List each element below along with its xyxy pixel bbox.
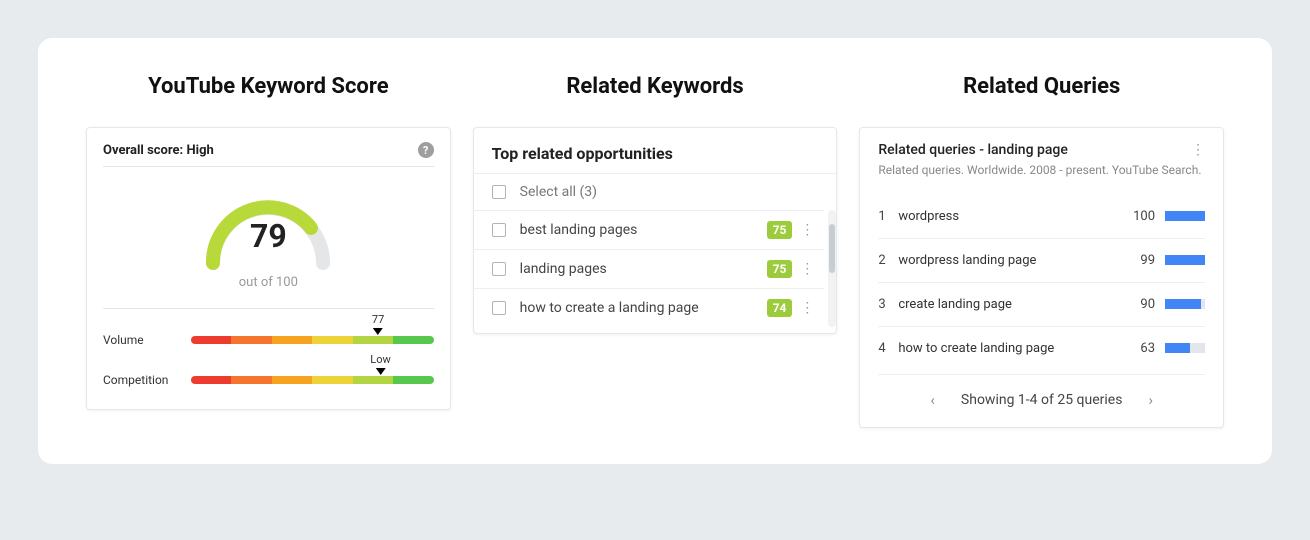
keyword-scrollbar[interactable] [828, 210, 836, 327]
queries-column: Related Queries Related queries - landin… [859, 74, 1224, 428]
keyword-row[interactable]: landing pages75 ⋮ [474, 249, 825, 288]
keyword-score-badge: 75 [767, 260, 793, 278]
query-bar-fill [1165, 255, 1205, 265]
pager-next-icon[interactable]: › [1144, 387, 1157, 413]
query-bar [1165, 299, 1205, 309]
query-text: how to create landing page [898, 341, 1121, 356]
score-panel: Overall score: High ? 79 out of 100 Volu… [86, 127, 451, 410]
pager-prev-icon[interactable]: ‹ [926, 387, 939, 413]
query-row[interactable]: 2wordpress landing page99 [878, 239, 1205, 283]
keywords-column-title: Related Keywords [473, 74, 838, 99]
query-rank: 3 [878, 297, 898, 312]
query-rank: 4 [878, 341, 898, 356]
gauge-score-value: 79 [193, 217, 343, 255]
keyword-more-icon[interactable]: ⋮ [800, 300, 814, 316]
query-row[interactable]: 1wordpress100 [878, 195, 1205, 239]
query-bar [1165, 255, 1205, 265]
query-value: 90 [1121, 297, 1155, 312]
keyword-list-wrap: best landing pages75⋮landing pages75⋮how… [474, 210, 837, 327]
select-all-checkbox[interactable] [492, 185, 506, 199]
volume-marker: 77 [372, 313, 384, 335]
queries-panel-title: Related queries - landing page [878, 142, 1068, 158]
keyword-row[interactable]: how to create a landing page74 ⋮ [474, 288, 825, 327]
volume-meter-row: Volume 77 [103, 333, 434, 347]
gauge-subtext: out of 100 [239, 275, 298, 290]
query-text: wordpress [898, 209, 1121, 224]
query-value: 99 [1121, 253, 1155, 268]
help-icon[interactable]: ? [418, 142, 434, 158]
keyword-more-icon[interactable]: ⋮ [800, 222, 814, 238]
queries-panel: Related queries - landing page ⋮ Related… [859, 127, 1224, 428]
score-column-title: YouTube Keyword Score [86, 74, 451, 99]
gauge-chart: 79 [193, 183, 343, 273]
keywords-column: Related Keywords Top related opportuniti… [473, 74, 838, 428]
score-header: Overall score: High ? [103, 142, 434, 167]
keyword-text: landing pages [520, 261, 767, 277]
keyword-checkbox[interactable] [492, 301, 506, 315]
keyword-scrollbar-thumb[interactable] [829, 224, 835, 273]
competition-label: Competition [103, 373, 191, 387]
competition-marker: Low [370, 353, 390, 375]
query-bar-fill [1165, 299, 1201, 309]
query-text: wordpress landing page [898, 253, 1121, 268]
keyword-list: best landing pages75⋮landing pages75⋮how… [474, 210, 825, 327]
keyword-text: how to create a landing page [520, 300, 767, 316]
keyword-text: best landing pages [520, 222, 767, 238]
score-column: YouTube Keyword Score Overall score: Hig… [86, 74, 451, 428]
select-all-label: Select all (3) [520, 184, 827, 200]
keyword-row[interactable]: best landing pages75 ⋮ [474, 210, 825, 249]
keyword-score-badge: 75 [767, 221, 793, 239]
query-value: 100 [1121, 209, 1155, 224]
query-bar-fill [1165, 211, 1205, 221]
main-card: YouTube Keyword Score Overall score: Hig… [38, 38, 1272, 464]
query-value: 63 [1121, 341, 1155, 356]
queries-subtitle: Related queries. Worldwide. 2008 - prese… [878, 162, 1205, 179]
query-rank: 1 [878, 209, 898, 224]
query-row[interactable]: 4how to create landing page63 [878, 327, 1205, 370]
competition-meter-row: Competition Low [103, 373, 434, 387]
keyword-checkbox[interactable] [492, 223, 506, 237]
keyword-more-icon[interactable]: ⋮ [800, 261, 814, 277]
query-bar-fill [1165, 343, 1190, 353]
queries-pager: ‹ Showing 1-4 of 25 queries › [878, 374, 1205, 417]
select-all-row[interactable]: Select all (3) [474, 173, 837, 210]
query-text: create landing page [898, 297, 1121, 312]
queries-more-icon[interactable]: ⋮ [1191, 142, 1205, 158]
keywords-panel: Top related opportunities Select all (3)… [473, 127, 838, 334]
query-bar [1165, 343, 1205, 353]
query-rank: 2 [878, 253, 898, 268]
query-row[interactable]: 3create landing page90 [878, 283, 1205, 327]
volume-label: Volume [103, 333, 191, 347]
queries-column-title: Related Queries [859, 74, 1224, 99]
queries-header: Related queries - landing page ⋮ [878, 142, 1205, 158]
keyword-checkbox[interactable] [492, 262, 506, 276]
pager-text: Showing 1-4 of 25 queries [961, 392, 1123, 408]
competition-meter-bar [191, 376, 434, 384]
keyword-score-badge: 74 [767, 299, 793, 317]
gauge-wrap: 79 out of 100 [103, 177, 434, 309]
query-bar [1165, 211, 1205, 221]
score-header-text: Overall score: High [103, 143, 214, 158]
keywords-panel-title: Top related opportunities [474, 142, 837, 173]
queries-list: 1wordpress1002wordpress landing page993c… [878, 195, 1205, 370]
volume-meter-bar [191, 336, 434, 344]
